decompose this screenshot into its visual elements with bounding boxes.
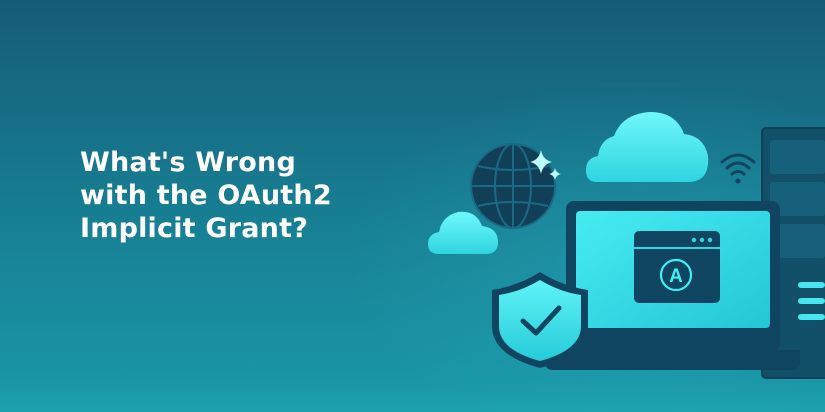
cloud-icon: [586, 112, 709, 182]
app-badge-letter: A: [669, 266, 683, 287]
browser-window-icon: A: [634, 231, 720, 303]
wifi-icon: [720, 153, 756, 184]
hero-banner: What's Wrong with the OAuth2 Implicit Gr…: [0, 0, 825, 412]
security-illustration: A: [428, 112, 825, 379]
bottom-glow: [0, 382, 825, 412]
